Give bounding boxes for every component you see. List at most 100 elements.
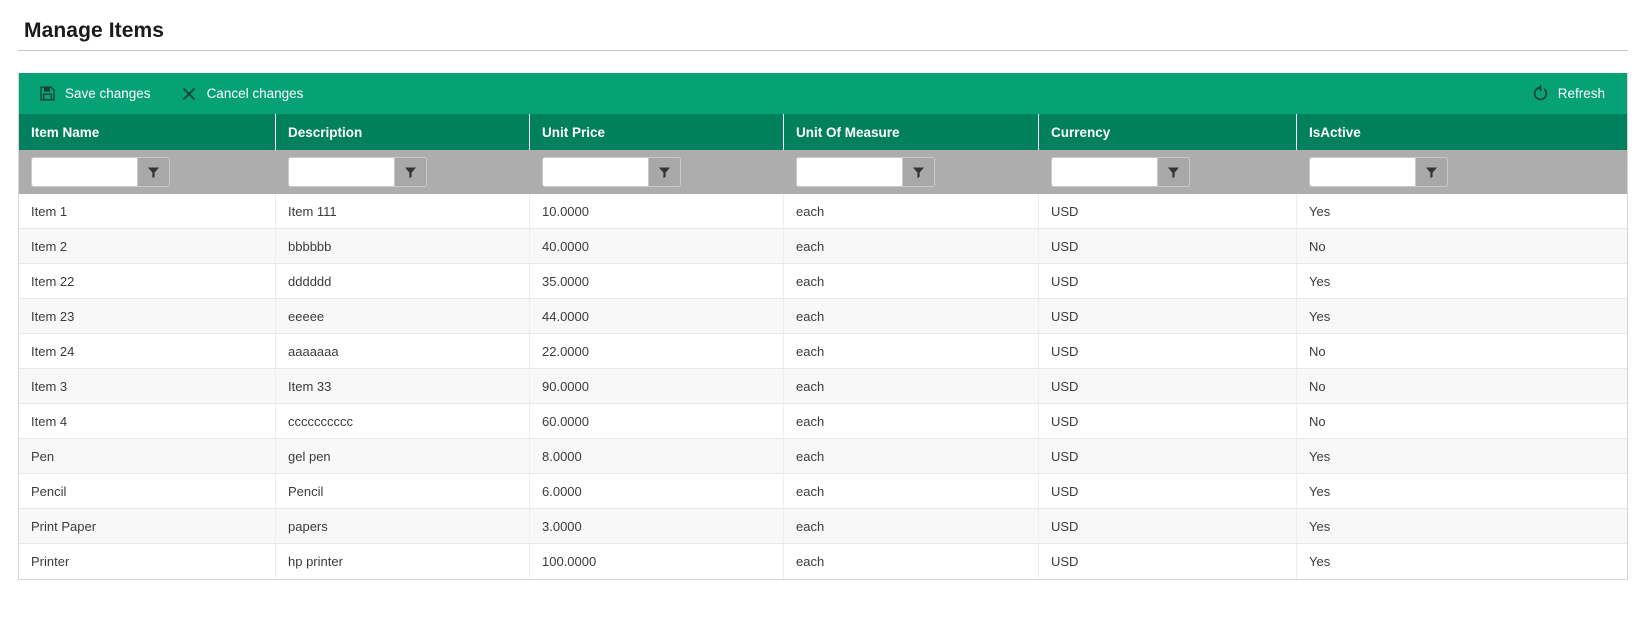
cell-unit-of-measure[interactable]: each (784, 369, 1039, 403)
filter-button-item-name[interactable] (137, 157, 170, 187)
cell-is-active[interactable]: Yes (1297, 544, 1627, 579)
cell-description[interactable]: hp printer (276, 544, 530, 579)
cell-unit-of-measure[interactable]: each (784, 264, 1039, 298)
filter-button-description[interactable] (394, 157, 427, 187)
cell-item-name[interactable]: Item 2 (19, 229, 276, 263)
cell-currency[interactable]: USD (1039, 229, 1297, 263)
cell-unit-of-measure[interactable]: each (784, 299, 1039, 333)
table-row[interactable]: Item 23 eeeee 44.0000 each USD Yes (19, 299, 1627, 334)
cell-unit-of-measure[interactable]: each (784, 194, 1039, 228)
cell-description[interactable]: cccccccccc (276, 404, 530, 438)
table-row[interactable]: Item 4 cccccccccc 60.0000 each USD No (19, 404, 1627, 439)
column-header-item-name[interactable]: Item Name (19, 114, 276, 150)
cell-item-name[interactable]: Item 1 (19, 194, 276, 228)
filter-button-unit-price[interactable] (648, 157, 681, 187)
filter-button-unit-of-measure[interactable] (902, 157, 935, 187)
cell-unit-of-measure[interactable]: each (784, 509, 1039, 543)
filter-input-currency[interactable] (1051, 157, 1157, 187)
cancel-changes-button[interactable]: Cancel changes (175, 81, 310, 106)
cell-item-name[interactable]: Pen (19, 439, 276, 473)
cell-is-active[interactable]: No (1297, 369, 1627, 403)
cell-unit-price[interactable]: 60.0000 (530, 404, 784, 438)
cell-is-active[interactable]: Yes (1297, 194, 1627, 228)
column-header-description[interactable]: Description (276, 114, 530, 150)
cell-is-active[interactable]: Yes (1297, 474, 1627, 508)
column-header-currency[interactable]: Currency (1039, 114, 1297, 150)
filter-group-currency (1051, 157, 1190, 187)
cell-unit-price[interactable]: 40.0000 (530, 229, 784, 263)
cell-currency[interactable]: USD (1039, 474, 1297, 508)
cell-description[interactable]: eeeee (276, 299, 530, 333)
cell-unit-of-measure[interactable]: each (784, 334, 1039, 368)
cell-item-name[interactable]: Print Paper (19, 509, 276, 543)
cell-description[interactable]: Item 33 (276, 369, 530, 403)
table-row[interactable]: Item 22 dddddd 35.0000 each USD Yes (19, 264, 1627, 299)
cell-item-name[interactable]: Item 22 (19, 264, 276, 298)
cell-currency[interactable]: USD (1039, 404, 1297, 438)
cell-unit-price[interactable]: 35.0000 (530, 264, 784, 298)
table-row[interactable]: Item 3 Item 33 90.0000 each USD No (19, 369, 1627, 404)
cell-item-name[interactable]: Item 23 (19, 299, 276, 333)
filter-input-unit-of-measure[interactable] (796, 157, 902, 187)
cell-currency[interactable]: USD (1039, 369, 1297, 403)
cell-description[interactable]: gel pen (276, 439, 530, 473)
cell-is-active[interactable]: Yes (1297, 509, 1627, 543)
table-row[interactable]: Pencil Pencil 6.0000 each USD Yes (19, 474, 1627, 509)
cell-unit-price[interactable]: 90.0000 (530, 369, 784, 403)
table-row[interactable]: Pen gel pen 8.0000 each USD Yes (19, 439, 1627, 474)
cell-description[interactable]: Pencil (276, 474, 530, 508)
filter-input-unit-price[interactable] (542, 157, 648, 187)
cell-currency[interactable]: USD (1039, 264, 1297, 298)
cell-unit-price[interactable]: 22.0000 (530, 334, 784, 368)
refresh-button[interactable]: Refresh (1526, 81, 1611, 106)
cell-currency[interactable]: USD (1039, 334, 1297, 368)
cell-unit-of-measure[interactable]: each (784, 229, 1039, 263)
column-header-unit-of-measure[interactable]: Unit Of Measure (784, 114, 1039, 150)
cell-is-active[interactable]: No (1297, 334, 1627, 368)
table-row[interactable]: Printer hp printer 100.0000 each USD Yes (19, 544, 1627, 579)
cell-unit-price[interactable]: 6.0000 (530, 474, 784, 508)
filter-input-item-name[interactable] (31, 157, 137, 187)
table-row[interactable]: Print Paper papers 3.0000 each USD Yes (19, 509, 1627, 544)
grid-header-row: Item Name Description Unit Price Unit Of… (19, 114, 1627, 150)
cell-unit-price[interactable]: 100.0000 (530, 544, 784, 579)
table-row[interactable]: Item 24 aaaaaaa 22.0000 each USD No (19, 334, 1627, 369)
filter-button-isactive[interactable] (1415, 157, 1448, 187)
cell-is-active[interactable]: Yes (1297, 299, 1627, 333)
cell-currency[interactable]: USD (1039, 299, 1297, 333)
column-header-isactive[interactable]: IsActive (1297, 114, 1627, 150)
cell-currency[interactable]: USD (1039, 544, 1297, 579)
cell-is-active[interactable]: No (1297, 404, 1627, 438)
cell-unit-of-measure[interactable]: each (784, 439, 1039, 473)
save-changes-button[interactable]: Save changes (33, 81, 157, 106)
cell-unit-price[interactable]: 8.0000 (530, 439, 784, 473)
table-row[interactable]: Item 1 Item 111 10.0000 each USD Yes (19, 194, 1627, 229)
cell-description[interactable]: bbbbbb (276, 229, 530, 263)
filter-input-description[interactable] (288, 157, 394, 187)
cell-unit-price[interactable]: 44.0000 (530, 299, 784, 333)
cell-description[interactable]: dddddd (276, 264, 530, 298)
filter-button-currency[interactable] (1157, 157, 1190, 187)
cell-description[interactable]: aaaaaaa (276, 334, 530, 368)
cell-currency[interactable]: USD (1039, 439, 1297, 473)
cell-item-name[interactable]: Printer (19, 544, 276, 579)
cell-currency[interactable]: USD (1039, 194, 1297, 228)
cell-currency[interactable]: USD (1039, 509, 1297, 543)
cell-item-name[interactable]: Item 3 (19, 369, 276, 403)
cell-unit-price[interactable]: 10.0000 (530, 194, 784, 228)
cell-unit-of-measure[interactable]: each (784, 544, 1039, 579)
column-header-unit-price[interactable]: Unit Price (530, 114, 784, 150)
cell-is-active[interactable]: Yes (1297, 439, 1627, 473)
cell-item-name[interactable]: Item 24 (19, 334, 276, 368)
cell-item-name[interactable]: Item 4 (19, 404, 276, 438)
cell-description[interactable]: Item 111 (276, 194, 530, 228)
cell-description[interactable]: papers (276, 509, 530, 543)
filter-input-isactive[interactable] (1309, 157, 1415, 187)
cell-unit-of-measure[interactable]: each (784, 474, 1039, 508)
cell-is-active[interactable]: Yes (1297, 264, 1627, 298)
cell-unit-of-measure[interactable]: each (784, 404, 1039, 438)
cell-item-name[interactable]: Pencil (19, 474, 276, 508)
cell-unit-price[interactable]: 3.0000 (530, 509, 784, 543)
table-row[interactable]: Item 2 bbbbbb 40.0000 each USD No (19, 229, 1627, 264)
cell-is-active[interactable]: No (1297, 229, 1627, 263)
